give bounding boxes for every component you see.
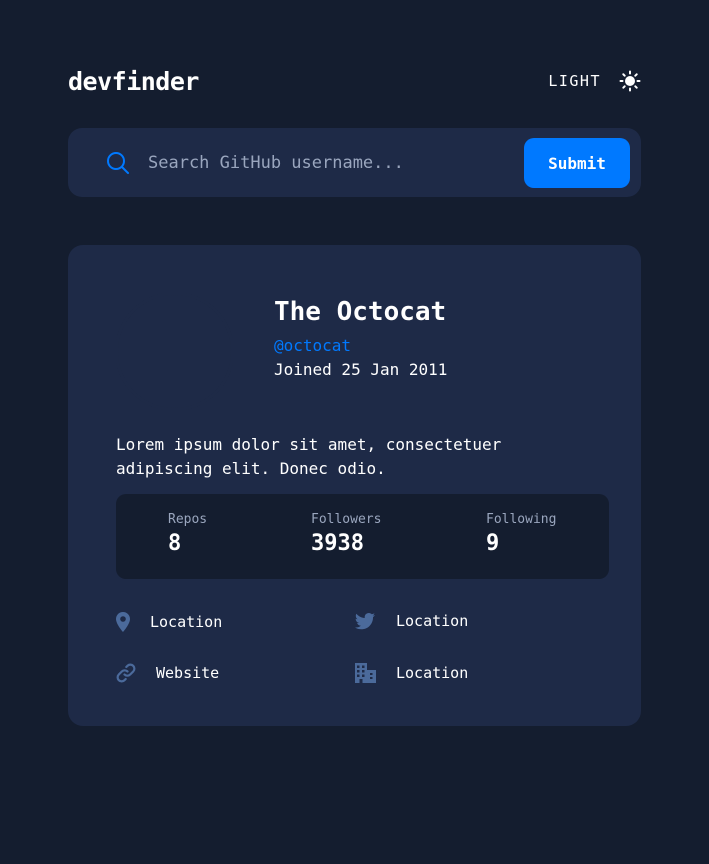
sun-icon [619, 70, 641, 92]
stat-following-label: Following [486, 512, 557, 527]
twitter-icon [355, 612, 375, 629]
stat-repos-label: Repos [168, 512, 208, 527]
theme-toggle[interactable]: LIGHT [548, 70, 641, 92]
profile-name: The Octocat [274, 297, 447, 327]
stat-followers-value: 3938 [311, 531, 364, 556]
app-logo: devfinder [68, 66, 199, 96]
stats-panel: Repos 8 Followers 3938 Following 9 [116, 494, 609, 579]
avatar [116, 293, 233, 410]
stat-repos-value: 8 [168, 531, 182, 556]
profile-login-link[interactable]: @octocat [274, 336, 351, 355]
joined-date: Joined 25 Jan 2011 [274, 360, 448, 379]
search-bar: Submit [68, 128, 641, 197]
twitter-text: Location [396, 612, 469, 630]
location-item: Location [116, 612, 222, 632]
link-icon [116, 663, 136, 683]
stat-following-value: 9 [486, 531, 500, 556]
stat-following: Following 9 [486, 512, 556, 556]
stat-followers-label: Followers [311, 512, 382, 527]
search-input[interactable] [148, 147, 428, 179]
website-text: Website [156, 664, 220, 682]
office-building-icon [355, 663, 376, 683]
twitter-item[interactable]: Location [355, 612, 468, 630]
stat-repos: Repos 8 [168, 512, 207, 556]
website-item[interactable]: Website [116, 663, 219, 683]
stat-followers: Followers 3938 [311, 512, 381, 556]
location-pin-icon [116, 612, 130, 632]
submit-button[interactable]: Submit [524, 138, 630, 188]
company-text: Location [396, 664, 469, 682]
header: devfinder LIGHT [68, 64, 641, 98]
profile-card: The Octocat @octocat Joined 25 Jan 2011 … [68, 245, 641, 726]
theme-toggle-label: LIGHT [548, 72, 601, 90]
location-text: Location [150, 613, 223, 631]
search-icon [107, 152, 129, 174]
page: devfinder LIGHT Search GitHub username..… [0, 0, 709, 864]
company-item: Location [355, 663, 468, 683]
profile-bio: Lorem ipsum dolor sit amet, consectetuer… [116, 435, 502, 478]
